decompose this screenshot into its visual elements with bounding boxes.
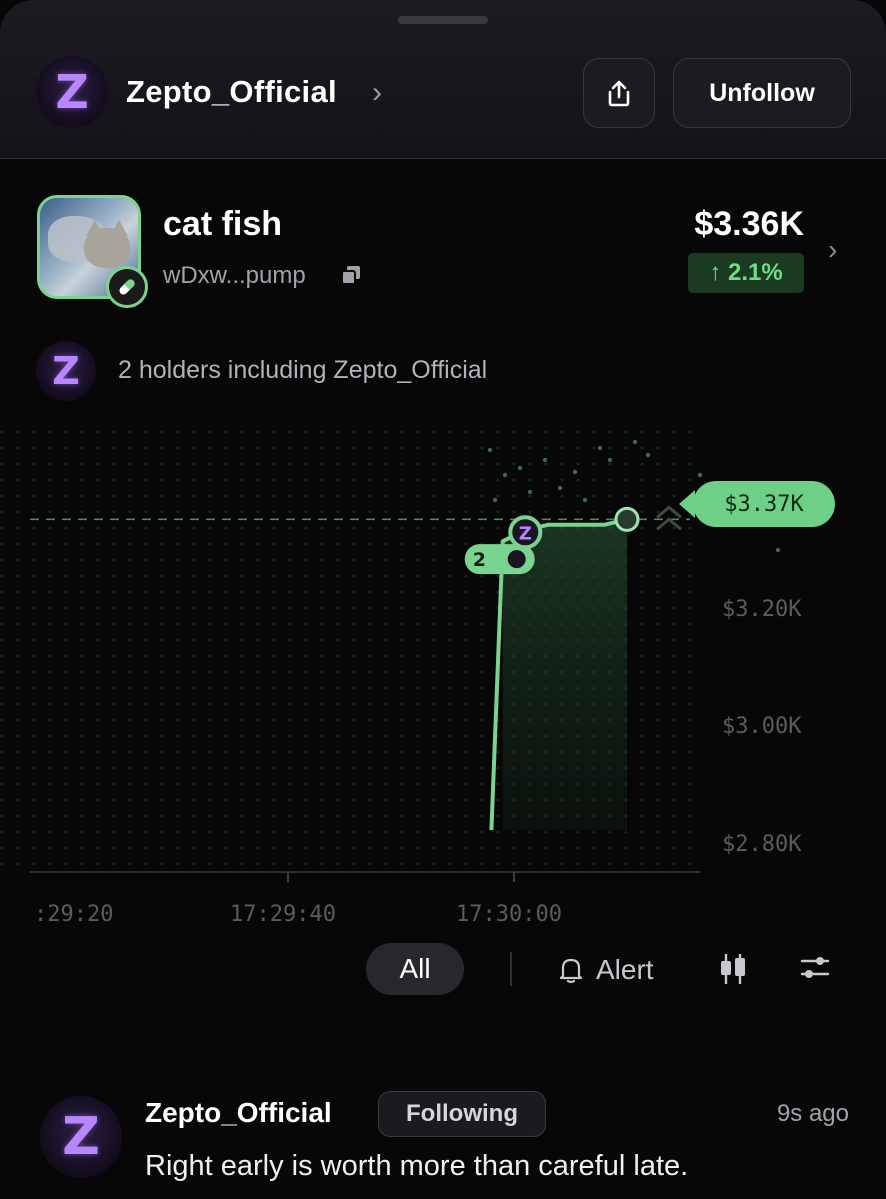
particle bbox=[775, 547, 781, 553]
current-price-point bbox=[614, 506, 640, 532]
particle bbox=[502, 472, 508, 478]
particle bbox=[517, 465, 523, 471]
post-timestamp: 9s ago bbox=[776, 1100, 849, 1127]
share-icon bbox=[608, 80, 630, 107]
profile-avatar[interactable]: Z bbox=[36, 56, 108, 128]
zepto-marker-letter: Z bbox=[519, 523, 532, 544]
pill-icon bbox=[106, 266, 148, 308]
particle bbox=[542, 457, 548, 463]
drag-handle[interactable] bbox=[398, 16, 488, 24]
bell-icon bbox=[559, 958, 583, 984]
alert-label: Alert bbox=[596, 954, 654, 985]
chevron-right-icon[interactable]: › bbox=[828, 234, 837, 266]
particle bbox=[582, 497, 588, 503]
alert-button[interactable]: Alert bbox=[558, 950, 654, 990]
y-tick-label: $3.20K bbox=[722, 597, 802, 622]
particle bbox=[597, 445, 603, 451]
post-author-name[interactable]: Zepto_Official bbox=[145, 1097, 332, 1129]
particle bbox=[557, 485, 563, 491]
y-tick-label: $2.80K bbox=[722, 832, 802, 857]
following-badge: Following bbox=[378, 1091, 546, 1137]
buy-marker-count: 2 bbox=[473, 549, 486, 571]
post-author-avatar[interactable]: Z bbox=[40, 1096, 122, 1178]
particle bbox=[527, 489, 533, 495]
price-change-badge: ↑ 2.1% bbox=[688, 253, 804, 293]
divider bbox=[510, 952, 512, 986]
x-tick-label: :29:20 bbox=[34, 902, 114, 927]
particle bbox=[697, 472, 703, 478]
trader-avatar-icon bbox=[505, 548, 528, 571]
particle bbox=[607, 457, 613, 463]
copy-icon[interactable] bbox=[340, 264, 362, 291]
candlestick-toggle[interactable] bbox=[718, 952, 748, 991]
particle bbox=[492, 497, 498, 503]
range-all-button[interactable]: All bbox=[366, 943, 464, 995]
particle bbox=[487, 447, 493, 453]
cat-shape bbox=[84, 228, 130, 268]
chevron-right-icon[interactable]: › bbox=[372, 76, 382, 110]
x-tick-label: 17:29:40 bbox=[230, 902, 336, 927]
y-tick-label: $3.00K bbox=[722, 714, 802, 739]
post-text: Right early is worth more than careful l… bbox=[145, 1150, 689, 1182]
token-name[interactable]: cat fish bbox=[163, 205, 282, 244]
holder-avatar: Z bbox=[36, 341, 96, 401]
particle bbox=[572, 469, 578, 475]
current-price-label: $3.37K bbox=[679, 481, 835, 527]
chart-settings-button[interactable] bbox=[800, 952, 830, 989]
sliders-icon bbox=[800, 957, 830, 978]
token-address: wDxw...pump bbox=[163, 262, 306, 289]
candlestick-icon bbox=[721, 954, 745, 984]
holders-summary[interactable]: 2 holders including Zepto_Official bbox=[118, 356, 487, 385]
profile-name[interactable]: Zepto_Official bbox=[126, 74, 337, 110]
token-price: $3.36K bbox=[694, 205, 804, 243]
particle bbox=[632, 439, 638, 445]
particle bbox=[645, 452, 651, 458]
share-button[interactable] bbox=[583, 58, 655, 128]
x-tick-label: 17:30:00 bbox=[456, 902, 562, 927]
unfollow-button[interactable]: Unfollow bbox=[673, 58, 851, 128]
